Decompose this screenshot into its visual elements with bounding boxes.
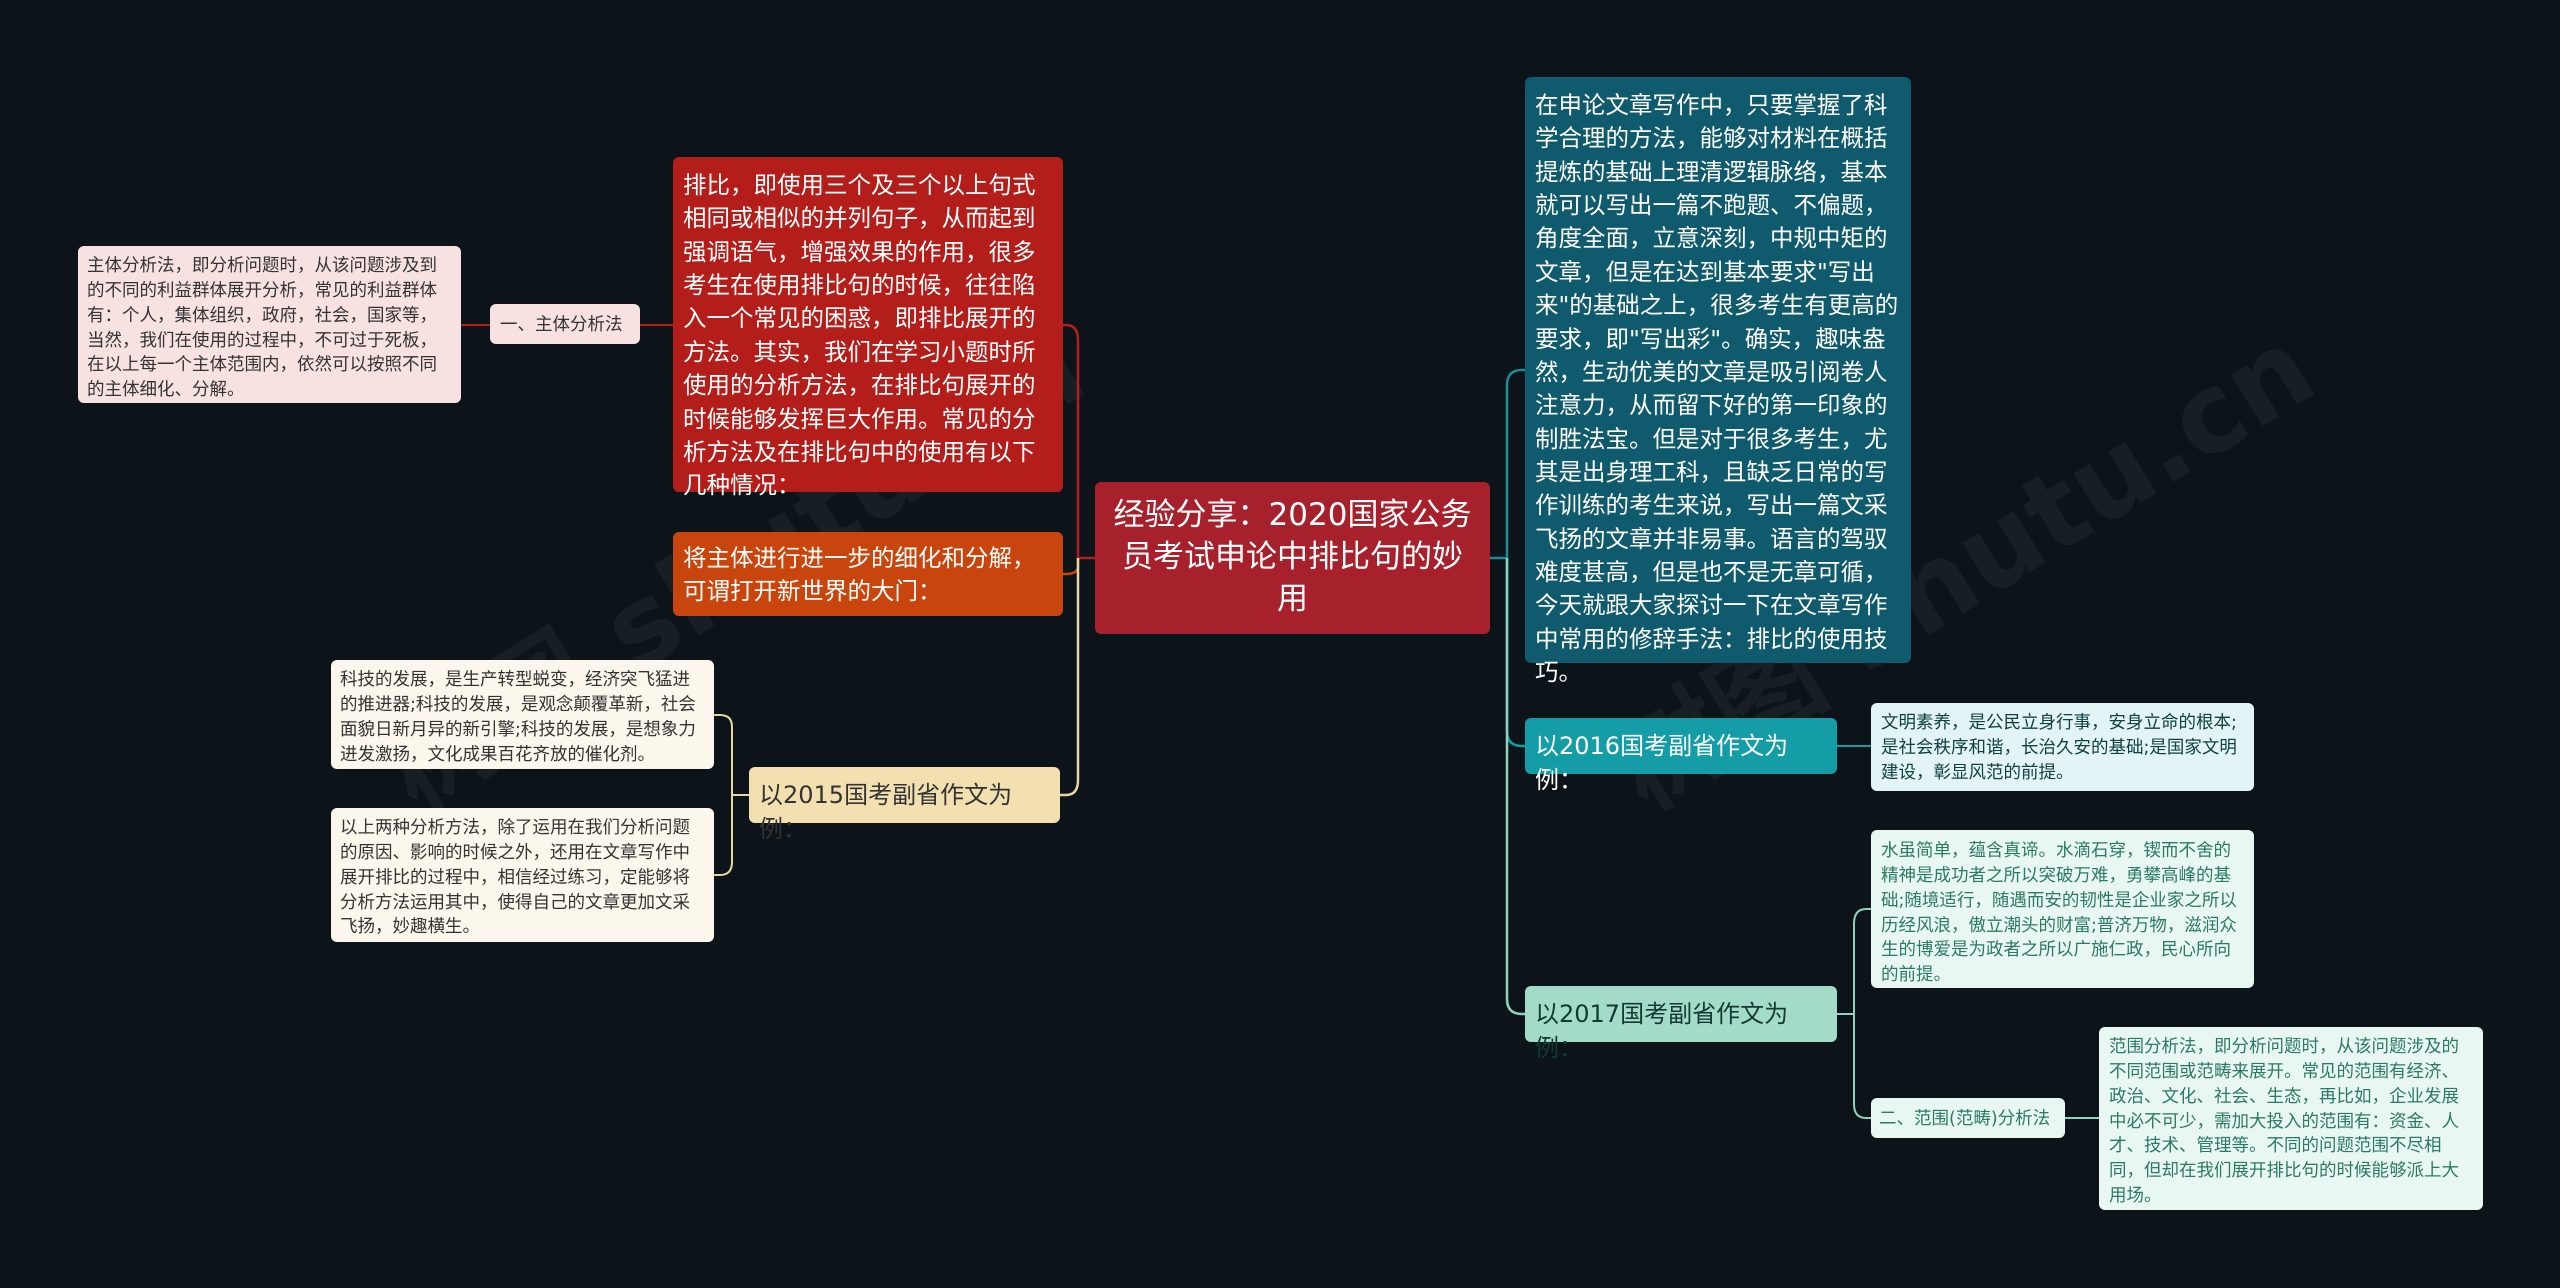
example-2016-node[interactable]: 以2016国考副省作文为例： bbox=[1525, 718, 1837, 794]
link-2015-tech bbox=[714, 714, 749, 796]
refine-node[interactable]: 将主体进行进一步的细化和分解，可谓打开新世界的大门： bbox=[673, 532, 1063, 616]
root-topic[interactable]: 经验分享：2020国家公务员考试申论中排比句的妙用 bbox=[1095, 482, 1490, 634]
example-2015-tech-leaf[interactable]: 科技的发展，是生产转型蜕变，经济突飞猛进的推进器;科技的发展，是观念颠覆革新，社… bbox=[331, 660, 714, 769]
subject-analysis-leaf[interactable]: 主体分析法，即分析问题时，从该问题涉及到的不同的利益群体展开分析，常见的利益群体… bbox=[78, 246, 461, 403]
link-root-paibi bbox=[1063, 323, 1095, 560]
example-2017-node[interactable]: 以2017国考副省作文为例： bbox=[1525, 986, 1837, 1062]
link-root-intro bbox=[1490, 368, 1525, 560]
subject-analysis-node[interactable]: 一、主体分析法 bbox=[490, 304, 640, 344]
paibi-definition-node[interactable]: 排比，即使用三个及三个以上句式相同或相似的并列句子，从而起到强调语气，增强效果的… bbox=[673, 157, 1063, 499]
intro-node[interactable]: 在申论文章写作中，只要掌握了科学合理的方法，能够对材料在概括提炼的基础上理清逻辑… bbox=[1525, 77, 1911, 686]
example-2015-summary-leaf[interactable]: 以上两种分析方法，除了运用在我们分析问题的原因、影响的时候之外，还用在文章写作中… bbox=[331, 808, 714, 942]
link-root-2017 bbox=[1505, 558, 1525, 1016]
link-2017-leaf bbox=[1837, 908, 1871, 1015]
link-2015-summary bbox=[714, 795, 733, 876]
link-2017-scope bbox=[1853, 1014, 1871, 1119]
example-2017-leaf[interactable]: 水虽简单，蕴含真谛。水滴石穿，锲而不舍的精神是成功者之所以突破万难，勇攀高峰的基… bbox=[1871, 830, 2254, 988]
example-2015-node[interactable]: 以2015国考副省作文为例： bbox=[749, 767, 1060, 843]
link-root-2016 bbox=[1505, 558, 1525, 748]
scope-analysis-node[interactable]: 二、范围(范畴)分析法 bbox=[1871, 1098, 2065, 1138]
link-root-refine bbox=[1063, 558, 1080, 576]
mindmap-canvas: 树图 shutu.cn 树图 shutu.cn 经验分享：2020国家公务员考试… bbox=[0, 0, 2560, 1288]
example-2016-leaf[interactable]: 文明素养，是公民立身行事，安身立命的根本;是社会秩序和谐，长治久安的基础;是国家… bbox=[1871, 703, 2254, 791]
scope-analysis-leaf[interactable]: 范围分析法，即分析问题时，从该问题涉及的不同范围或范畴来展开。常见的范围有经济、… bbox=[2099, 1027, 2483, 1210]
